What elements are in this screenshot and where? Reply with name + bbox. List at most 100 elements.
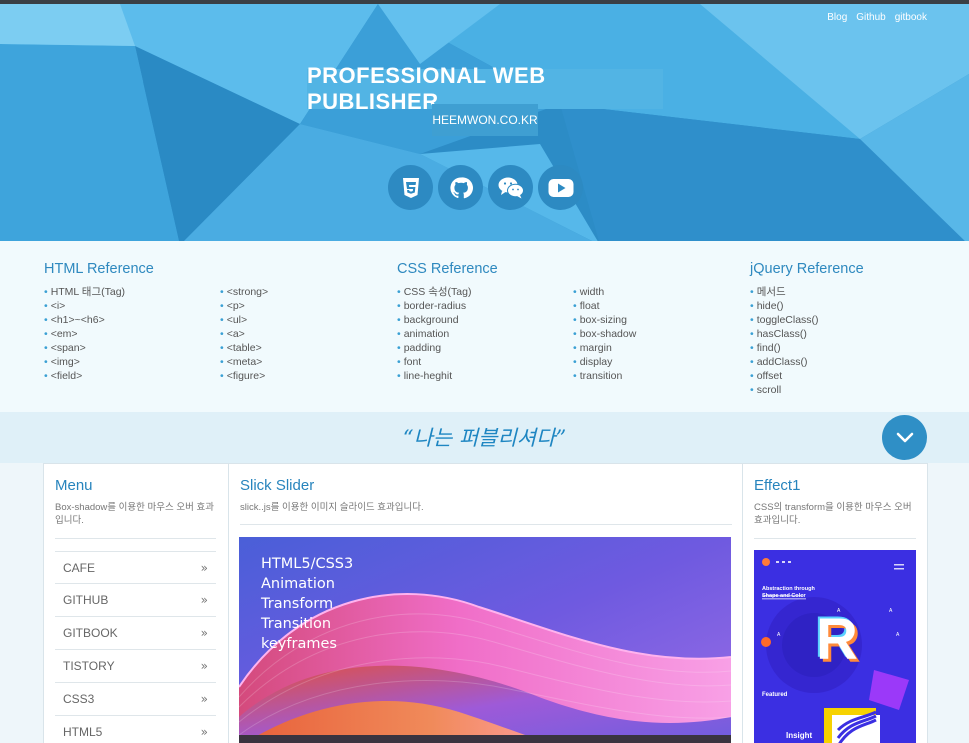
list-item[interactable]: hide() xyxy=(750,299,864,313)
card-insight: Insight xyxy=(786,731,813,740)
list-item[interactable]: offset xyxy=(750,369,864,383)
double-chevron-right-icon: » xyxy=(200,593,208,607)
list-item[interactable]: border-radius xyxy=(397,299,498,313)
list-item[interactable]: margin xyxy=(573,341,636,355)
list-item[interactable]: transition xyxy=(573,369,636,383)
list-item[interactable]: 메서드 xyxy=(750,285,864,299)
site-domain[interactable]: HEEMWON.CO.KR xyxy=(432,104,538,136)
menu-item-label: CAFE xyxy=(63,560,96,575)
menu-panel: Menu Box-shadow를 이용한 마우스 오버 효과입니다. CAFE »… xyxy=(43,463,229,743)
list-item[interactable]: padding xyxy=(397,341,498,355)
quote-text: “나는 퍼블리셔다” xyxy=(402,426,567,450)
css-reference-col2: width float box-sizing box-shadow margin… xyxy=(573,285,637,383)
menu-list: CAFE » GITHUB » GITBOOK » TISTORY » CSS3 » HT… xyxy=(55,551,216,743)
css3-icon[interactable] xyxy=(388,165,433,210)
menu-item-label: HTML5 xyxy=(63,725,103,739)
list-item[interactable]: background xyxy=(397,313,498,327)
menu-item-label: TISTORY xyxy=(63,659,115,673)
gitbook-link[interactable]: gitbook xyxy=(895,12,927,23)
menu-item-github[interactable]: GITHUB » xyxy=(55,584,216,617)
list-item[interactable]: width xyxy=(573,285,636,299)
list-item[interactable]: <span> xyxy=(44,341,154,355)
css-reference-list-2: width float box-sizing box-shadow margin… xyxy=(573,285,637,383)
effect-panel: Effect1 CSS의 transform을 이용한 마우스 오버 효과입니다… xyxy=(742,463,928,743)
list-item[interactable]: HTML 태그(Tag) xyxy=(44,285,154,299)
list-item[interactable]: <img> xyxy=(44,355,154,369)
double-chevron-right-icon: » xyxy=(200,626,208,640)
list-item[interactable]: <i> xyxy=(44,299,154,313)
jquery-reference: jQuery Reference 메서드 hide() toggleClass(… xyxy=(750,261,864,397)
slick-slider[interactable]: HTML5/CSS3 Animation Transform Transitio… xyxy=(239,537,731,743)
menu-item-label: GITHUB xyxy=(63,593,109,607)
card-letter: R xyxy=(816,607,858,672)
list-item[interactable]: <h1>~<h6> xyxy=(44,313,154,327)
css-reference-title: CSS Reference xyxy=(397,261,498,277)
slider-desc: slick..js를 이용한 이미지 슬라이드 효과입니다. xyxy=(240,502,424,513)
slide-line: Transform xyxy=(261,596,334,612)
social-icons xyxy=(388,165,583,210)
slide-line: Animation xyxy=(261,576,335,592)
github-icon[interactable] xyxy=(438,165,483,210)
list-item[interactable]: box-shadow xyxy=(573,327,637,341)
effect-desc: CSS의 transform을 이용한 마우스 오버 효과입니다. xyxy=(754,502,912,526)
card-featured: Featured xyxy=(762,692,788,698)
slider-title: Slick Slider xyxy=(240,477,315,494)
list-item[interactable]: float xyxy=(573,299,636,313)
effect-title: Effect1 xyxy=(754,477,801,494)
site-header: Blog Github gitbook PROFESSIONAL WEB PUB… xyxy=(0,0,969,241)
top-links: Blog Github gitbook xyxy=(827,12,927,23)
reference-section: HTML Reference HTML 태그(Tag) <i> <h1>~<h6… xyxy=(0,241,969,412)
double-chevron-right-icon: » xyxy=(200,725,208,739)
blog-link[interactable]: Blog xyxy=(827,12,847,23)
list-item[interactable]: <meta> xyxy=(220,355,268,369)
list-item[interactable]: font xyxy=(397,355,498,369)
list-item[interactable]: <ul> xyxy=(220,313,268,327)
menu-title: Menu xyxy=(55,477,93,494)
html-reference-col2: <strong> <p> <ul> <a> <table> <meta> <fi… xyxy=(220,285,268,383)
slide-line: Transition xyxy=(261,616,332,632)
html-reference-list-2: <strong> <p> <ul> <a> <table> <meta> <fi… xyxy=(220,285,268,383)
menu-item-gitbook[interactable]: GITBOOK » xyxy=(55,617,216,650)
github-link[interactable]: Github xyxy=(856,12,885,23)
menu-item-css3[interactable]: CSS3 » xyxy=(55,683,216,716)
slide-caption: HTML5/CSS3 Animation Transform Transitio… xyxy=(261,554,353,654)
menu-item-tistory[interactable]: TISTORY » xyxy=(55,650,216,683)
list-item[interactable]: <figure> xyxy=(220,369,268,383)
menu-item-cafe[interactable]: CAFE » xyxy=(55,551,216,584)
list-item[interactable]: display xyxy=(573,355,636,369)
menu-desc: Box-shadow를 이용한 마우스 오버 효과입니다. xyxy=(55,502,214,526)
effect-image-card[interactable]: A A A A Abstraction through Shape and Co… xyxy=(754,550,916,743)
list-item[interactable]: hasClass() xyxy=(750,327,864,341)
menu-item-label: GITBOOK xyxy=(63,626,118,640)
list-item[interactable]: find() xyxy=(750,341,864,355)
list-item[interactable]: <table> xyxy=(220,341,268,355)
list-item[interactable]: box-sizing xyxy=(573,313,636,327)
slide-line: keyframes xyxy=(261,636,337,652)
list-item[interactable]: toggleClass() xyxy=(750,313,864,327)
jquery-reference-title: jQuery Reference xyxy=(750,261,864,277)
quote-bar: “나는 퍼블리셔다” xyxy=(0,412,969,463)
list-item[interactable]: scroll xyxy=(750,383,864,397)
css-reference: CSS Reference CSS 속성(Tag) border-radius … xyxy=(397,261,498,383)
double-chevron-right-icon: » xyxy=(200,560,208,575)
scroll-down-button[interactable] xyxy=(882,415,927,460)
list-item[interactable]: addClass() xyxy=(750,355,864,369)
double-chevron-right-icon: » xyxy=(200,659,208,673)
list-item[interactable]: <em> xyxy=(44,327,154,341)
list-item[interactable]: <strong> xyxy=(220,285,268,299)
list-item[interactable]: CSS 속성(Tag) xyxy=(397,285,498,299)
content-section: Menu Box-shadow를 이용한 마우스 오버 효과입니다. CAFE »… xyxy=(0,463,969,743)
list-item[interactable]: animation xyxy=(397,327,498,341)
list-item[interactable]: <a> xyxy=(220,327,268,341)
jquery-reference-list: 메서드 hide() toggleClass() hasClass() find… xyxy=(750,285,864,397)
list-item[interactable]: line-heghit xyxy=(397,369,498,383)
wechat-icon[interactable] xyxy=(488,165,533,210)
slide-line: HTML5/CSS3 xyxy=(261,556,354,572)
youtube-icon[interactable] xyxy=(538,165,583,210)
list-item[interactable]: <p> xyxy=(220,299,268,313)
double-chevron-right-icon: » xyxy=(200,692,208,706)
menu-item-label: CSS3 xyxy=(63,692,95,706)
card-heading: Abstraction through Shape and Color xyxy=(762,586,815,599)
list-item[interactable]: <field> xyxy=(44,369,154,383)
menu-item-html5[interactable]: HTML5 » xyxy=(55,716,216,743)
